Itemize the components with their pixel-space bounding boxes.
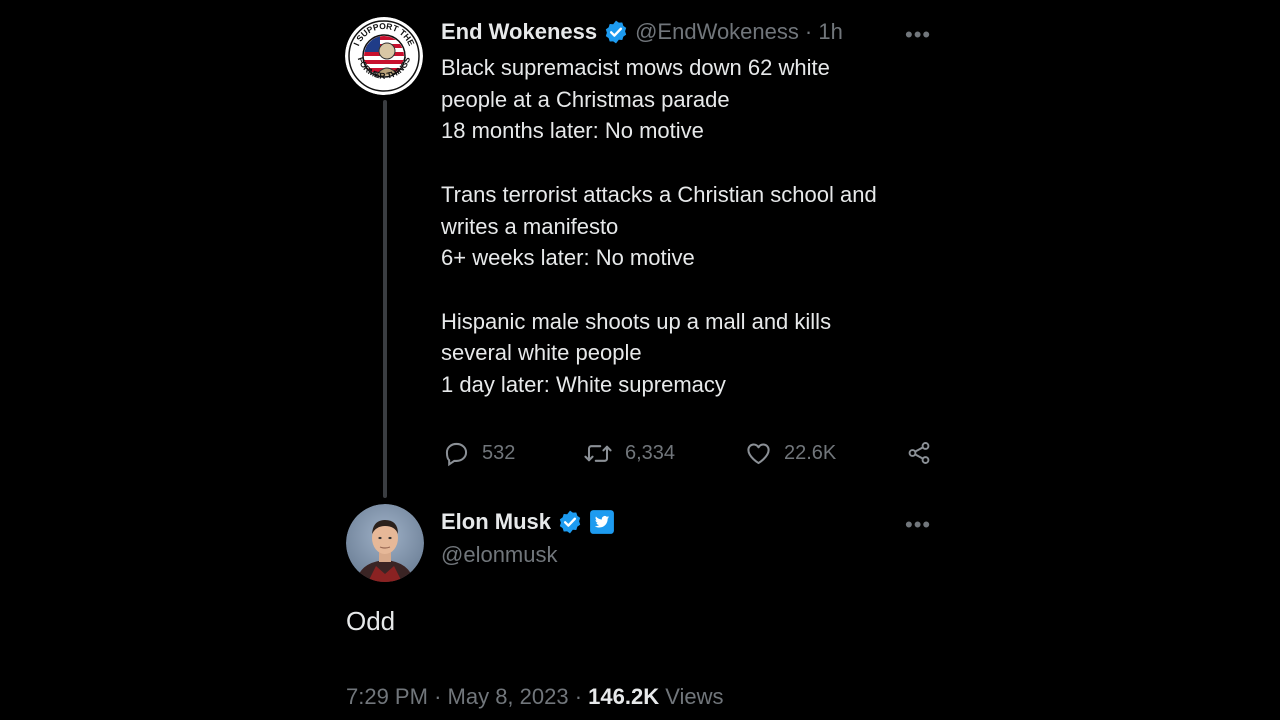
share-button[interactable]: [906, 440, 932, 471]
author-handle[interactable]: @elonmusk: [441, 542, 558, 568]
end-wokeness-avatar[interactable]: I SUPPORT THE FORMER THINGS: [345, 17, 423, 95]
tweet1-header: End Wokeness @EndWokeness · 1h: [441, 19, 843, 45]
tweet-date[interactable]: May 8, 2023: [448, 684, 569, 709]
more-options-icon[interactable]: •••: [905, 22, 931, 48]
reply-icon: [445, 442, 468, 467]
heart-icon: [747, 443, 770, 465]
more-options-icon[interactable]: •••: [905, 512, 931, 538]
verified-badge-icon: [603, 19, 629, 45]
author-handle[interactable]: @EndWokeness: [635, 19, 799, 45]
views-count: 146.2K: [588, 684, 660, 709]
reply-count: 532: [482, 442, 516, 464]
like-button[interactable]: 22.6K: [745, 440, 836, 467]
separator: ·: [574, 684, 583, 709]
views-label: Views: [665, 684, 724, 709]
share-icon: [908, 442, 930, 464]
retweet-icon: [584, 445, 612, 462]
separator: ·: [434, 684, 442, 709]
reply-button[interactable]: 532: [443, 440, 515, 467]
tweet1-text: Black supremacist mows down 62 white peo…: [441, 55, 877, 398]
tweet-meta: 7:29 PM · May 8, 2023 · 146.2K Views: [346, 684, 724, 710]
verified-badge-icon: [557, 509, 583, 535]
thread-line: [383, 100, 387, 498]
twitter-bird-icon: [589, 509, 615, 535]
retweet-button[interactable]: 6,334: [583, 440, 675, 467]
tweet-time[interactable]: 7:29 PM: [346, 684, 428, 709]
tweet-time[interactable]: · 1h: [805, 19, 843, 45]
like-count: 22.6K: [784, 442, 837, 464]
author-name[interactable]: End Wokeness: [441, 19, 597, 45]
tweet2-header: Elon Musk: [441, 509, 615, 535]
retweet-count: 6,334: [625, 442, 676, 464]
avatar-image: [346, 504, 424, 582]
avatar-image: I SUPPORT THE FORMER THINGS: [345, 17, 423, 95]
author-name[interactable]: Elon Musk: [441, 509, 551, 535]
tweet2-text: Odd: [346, 606, 396, 636]
elon-musk-avatar[interactable]: [346, 504, 424, 582]
